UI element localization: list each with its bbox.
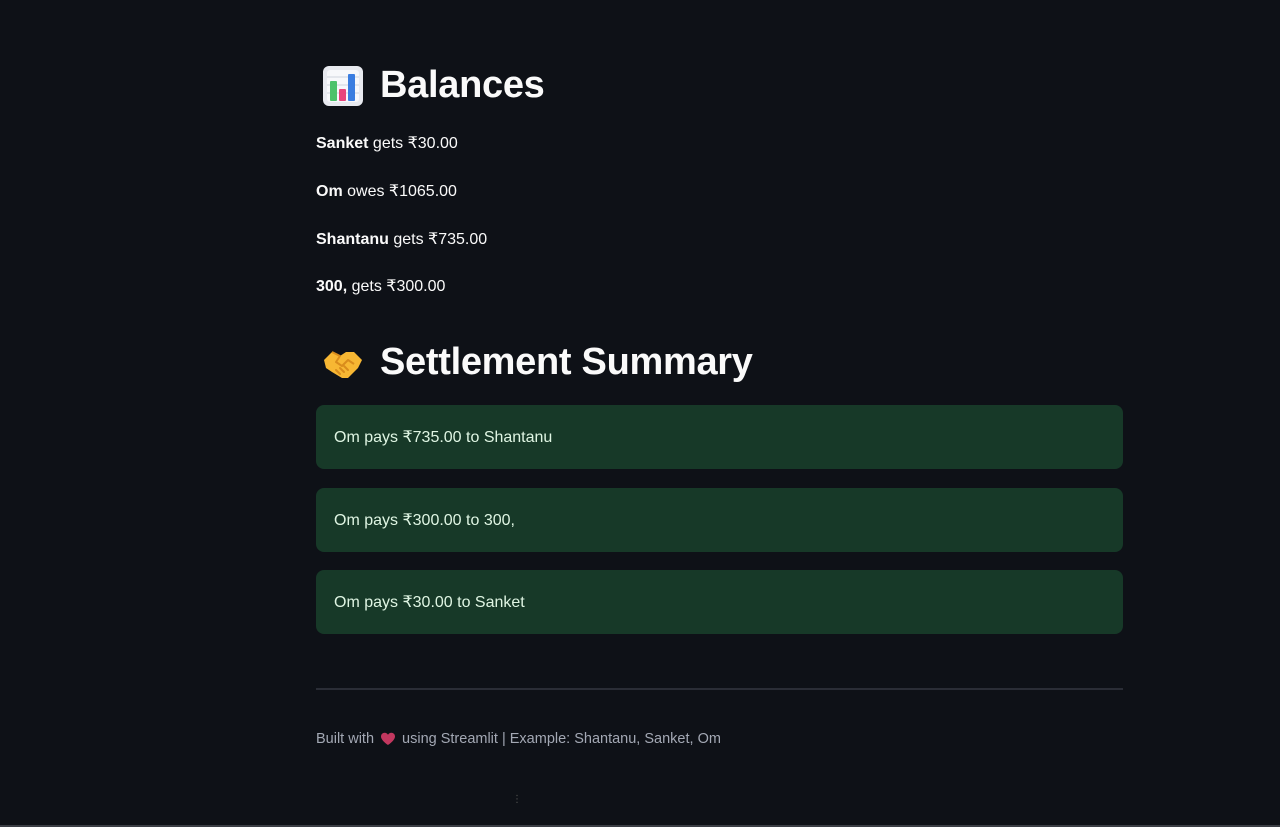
bar-chart-icon [322,65,364,107]
divider [316,688,1123,690]
balance-line: Shantanu gets ₹735.00 [316,229,487,249]
balance-text: gets ₹30.00 [368,135,458,152]
settlement-header: Settlement Summary [322,341,753,384]
balance-person: Om [316,183,343,200]
balance-line: Om owes ₹1065.00 [316,181,457,201]
settlement-item: Om pays ₹735.00 to Shantanu [316,405,1123,469]
balance-person: 300, [316,278,348,295]
balance-line: Sanket gets ₹30.00 [316,133,458,153]
settlement-text: Om pays ₹30.00 to Sanket [334,594,525,611]
footer-prefix: Built with [316,731,375,747]
settlement-text: Om pays ₹735.00 to Shantanu [334,429,553,446]
settlement-title: Settlement Summary [380,341,753,383]
balance-text: owes ₹1065.00 [342,183,457,200]
settlement-text: Om pays ₹300.00 to 300, [334,512,515,529]
footer: Built with using Streamlit | Example: Sh… [316,731,721,747]
footer-suffix: using Streamlit | Example: Shantanu, San… [402,731,721,747]
balances-header: Balances [322,64,545,107]
handshake-icon [322,342,364,384]
settlement-item: Om pays ₹300.00 to 300, [316,488,1123,552]
balance-line: 300, gets ₹300.00 [316,276,445,296]
heart-icon [380,731,396,747]
balance-person: Sanket [316,135,369,152]
resize-handle[interactable]: ⋮ [512,795,522,814]
settlement-item: Om pays ₹30.00 to Sanket [316,570,1123,634]
balance-person: Shantanu [316,231,389,248]
balances-title: Balances [380,64,545,106]
balance-text: gets ₹300.00 [347,278,446,295]
balance-text: gets ₹735.00 [388,231,488,248]
app-page: Balances Sanket gets ₹30.00 Om owes ₹106… [0,0,1280,827]
